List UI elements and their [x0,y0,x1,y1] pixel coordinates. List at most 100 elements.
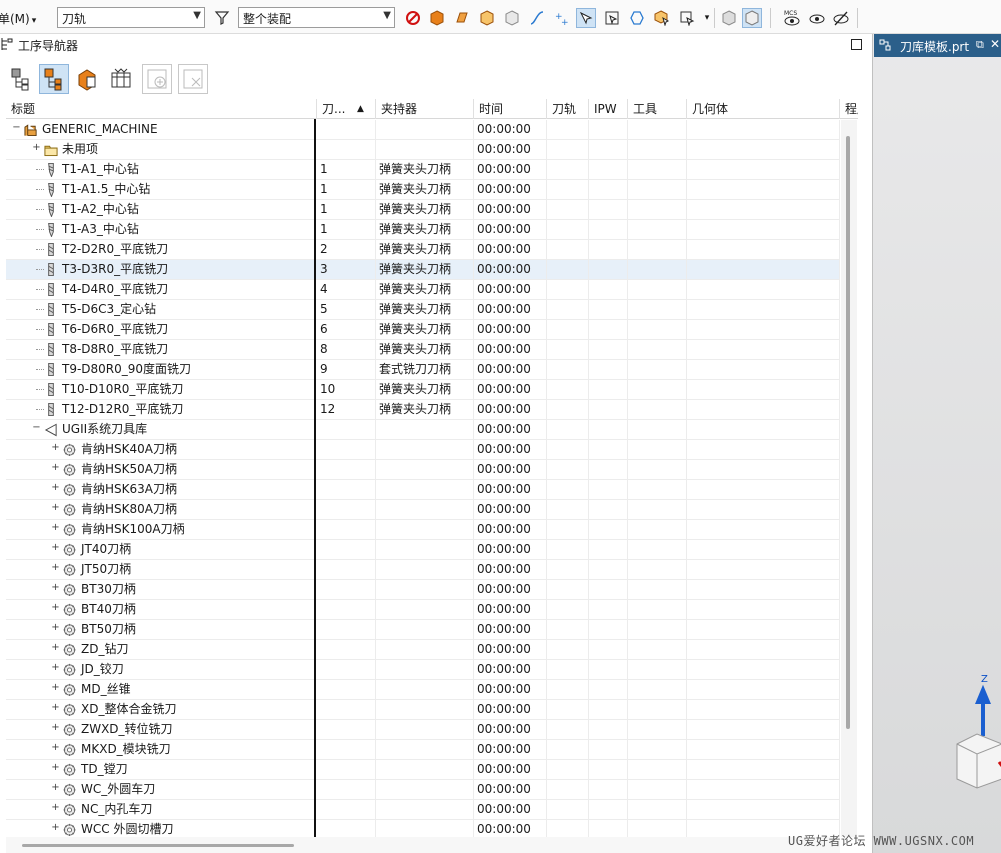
tree-row[interactable]: + 未用项 00:00:00 [6,140,840,160]
tree-row[interactable]: T3-D3R0_平底铣刀 3 弹簧夹头刀柄 00:00:00 [6,260,840,280]
mcs-view-icon[interactable]: MCS [782,8,802,28]
column-header-geometry[interactable]: 几何体 [687,99,840,119]
expand-icon[interactable]: + [51,823,60,833]
snap-point-icon[interactable] [576,8,596,28]
tree-row[interactable]: T12-D12R0_平底铣刀 12 弹簧夹头刀柄 00:00:00 [6,400,840,420]
expand-icon[interactable]: + [51,463,60,473]
maximize-icon[interactable] [851,39,862,50]
point-icon[interactable]: + + [552,8,572,28]
deselect-all-icon[interactable] [403,8,423,28]
tree-row[interactable]: T9-D80R0_90度面铣刀 9 套式铣刀刀柄 00:00:00 [6,360,840,380]
scope-select[interactable]: 整个装配 ▼ [238,7,395,28]
show-eye-icon[interactable] [807,8,827,28]
tree-row[interactable]: T2-D2R0_平底铣刀 2 弹簧夹头刀柄 00:00:00 [6,240,840,260]
expand-icon[interactable]: + [51,703,60,713]
expand-icon[interactable]: + [51,783,60,793]
tree-row[interactable]: + 肯纳HSK63A刀柄 00:00:00 [6,480,840,500]
tree-row[interactable]: + 肯纳HSK100A刀柄 00:00:00 [6,520,840,540]
tree-row[interactable]: + NC_内孔车刀 00:00:00 [6,800,840,820]
column-header-toolpath[interactable]: 刀轨 [547,99,589,119]
hide-eye-icon[interactable] [831,8,851,28]
horizontal-scrollbar[interactable] [6,837,840,853]
vertical-scrollbar[interactable] [841,120,857,837]
add-object-button[interactable] [142,64,172,94]
tree-row[interactable]: + TD_镗刀 00:00:00 [6,760,840,780]
tree-row[interactable]: + 肯纳HSK80A刀柄 00:00:00 [6,500,840,520]
tree-row[interactable]: + XD_整体合金铣刀 00:00:00 [6,700,840,720]
column-header-program[interactable]: 程序 [840,99,858,119]
column-header-ipw[interactable]: IPW [589,99,628,119]
tree-row[interactable]: + WC_外圆车刀 00:00:00 [6,780,840,800]
program-order-view-button[interactable] [6,64,36,94]
expand-icon[interactable]: + [51,483,60,493]
expand-icon[interactable]: + [51,583,60,593]
tree-row[interactable]: T8-D8R0_平底铣刀 8 弹簧夹头刀柄 00:00:00 [6,340,840,360]
face-icon[interactable] [452,8,472,28]
tree-row[interactable]: T5-D6C3_定心钻 5 弹簧夹头刀柄 00:00:00 [6,300,840,320]
select-region-icon[interactable] [677,8,697,28]
tree-row[interactable]: + MD_丝锥 00:00:00 [6,680,840,700]
grid-snap-icon[interactable] [602,8,622,28]
method-view-button[interactable] [106,64,136,94]
tree-row[interactable]: + ZD_钻刀 00:00:00 [6,640,840,660]
expand-icon[interactable]: + [51,523,60,533]
curve-icon[interactable] [527,8,547,28]
expand-icon[interactable]: + [51,643,60,653]
expand-icon[interactable]: + [51,443,60,453]
column-header-tool[interactable]: 工具 [628,99,687,119]
part-tab[interactable]: 刀库模板.prt ⧉ ✕ [874,34,1001,57]
machine-tool-view-button[interactable] [39,64,69,94]
tree-row[interactable]: T1-A2_中心钻 1 弹簧夹头刀柄 00:00:00 [6,200,840,220]
expand-icon[interactable]: + [51,803,60,813]
collapse-icon[interactable]: − [32,423,41,433]
tree-row[interactable]: T1-A1.5_中心钻 1 弹簧夹头刀柄 00:00:00 [6,180,840,200]
tree-row[interactable]: − UGII系统刀具库 00:00:00 [6,420,840,440]
tree-row[interactable]: + ZWXD_转位铣刀 00:00:00 [6,720,840,740]
expand-icon[interactable]: + [51,603,60,613]
hexagon-icon[interactable] [627,8,647,28]
tree-row[interactable]: + MKXD_模块铣刀 00:00:00 [6,740,840,760]
expand-icon[interactable]: + [51,563,60,573]
vertical-scroll-thumb[interactable] [846,136,850,729]
close-icon[interactable]: ✕ [990,37,1000,51]
component-icon[interactable] [502,8,522,28]
tree-row[interactable]: + 肯纳HSK40A刀柄 00:00:00 [6,440,840,460]
tree-row[interactable]: + 肯纳HSK50A刀柄 00:00:00 [6,460,840,480]
tree-row[interactable]: + WCC 外圆切槽刀 00:00:00 [6,820,840,837]
geometry-view-button[interactable] [72,64,102,94]
column-header-time[interactable]: 时间 [474,99,547,119]
expand-icon[interactable]: + [51,663,60,673]
tree-row[interactable]: − GENERIC_MACHINE 00:00:00 [6,120,840,140]
tree-row[interactable]: + BT50刀柄 00:00:00 [6,620,840,640]
selection-filter-icon[interactable] [212,8,232,28]
expand-icon[interactable]: + [51,763,60,773]
column-header-holder[interactable]: 夹持器 [376,99,474,119]
tree-row[interactable]: + JD_铰刀 00:00:00 [6,660,840,680]
collapse-icon[interactable]: − [12,123,21,133]
show-component-icon[interactable] [742,8,762,28]
pin-icon[interactable]: ⧉ [976,38,984,52]
expand-icon[interactable]: + [51,723,60,733]
column-resize-divider[interactable] [314,119,316,853]
column-header-title[interactable]: 标题 [6,99,317,119]
expand-icon[interactable]: + [51,623,60,633]
expand-icon[interactable]: + [51,683,60,693]
tree-row[interactable]: T4-D4R0_平底铣刀 4 弹簧夹头刀柄 00:00:00 [6,280,840,300]
column-header-tool-number[interactable]: 刀... ▲ [317,99,376,119]
expand-icon[interactable]: + [51,543,60,553]
menu-button[interactable]: 单(M) ▾ [0,10,36,27]
select-body-icon[interactable] [652,8,672,28]
tree-row[interactable]: + JT40刀柄 00:00:00 [6,540,840,560]
expand-icon[interactable]: + [32,143,41,153]
tree-row[interactable]: + BT30刀柄 00:00:00 [6,580,840,600]
graphics-window[interactable]: 刀库模板.prt ⧉ ✕ Z [872,34,1001,853]
tree-row[interactable]: T10-D10R0_平底铣刀 10 弹簧夹头刀柄 00:00:00 [6,380,840,400]
view-component-icon[interactable] [719,8,739,28]
delete-object-button[interactable] [178,64,208,94]
tree-row[interactable]: T6-D6R0_平底铣刀 6 弹簧夹头刀柄 00:00:00 [6,320,840,340]
expand-icon[interactable]: + [51,743,60,753]
sheet-body-icon[interactable] [477,8,497,28]
tree-row[interactable]: + JT50刀柄 00:00:00 [6,560,840,580]
solid-body-icon[interactable] [427,8,447,28]
tree-row[interactable]: T1-A3_中心钻 1 弹簧夹头刀柄 00:00:00 [6,220,840,240]
